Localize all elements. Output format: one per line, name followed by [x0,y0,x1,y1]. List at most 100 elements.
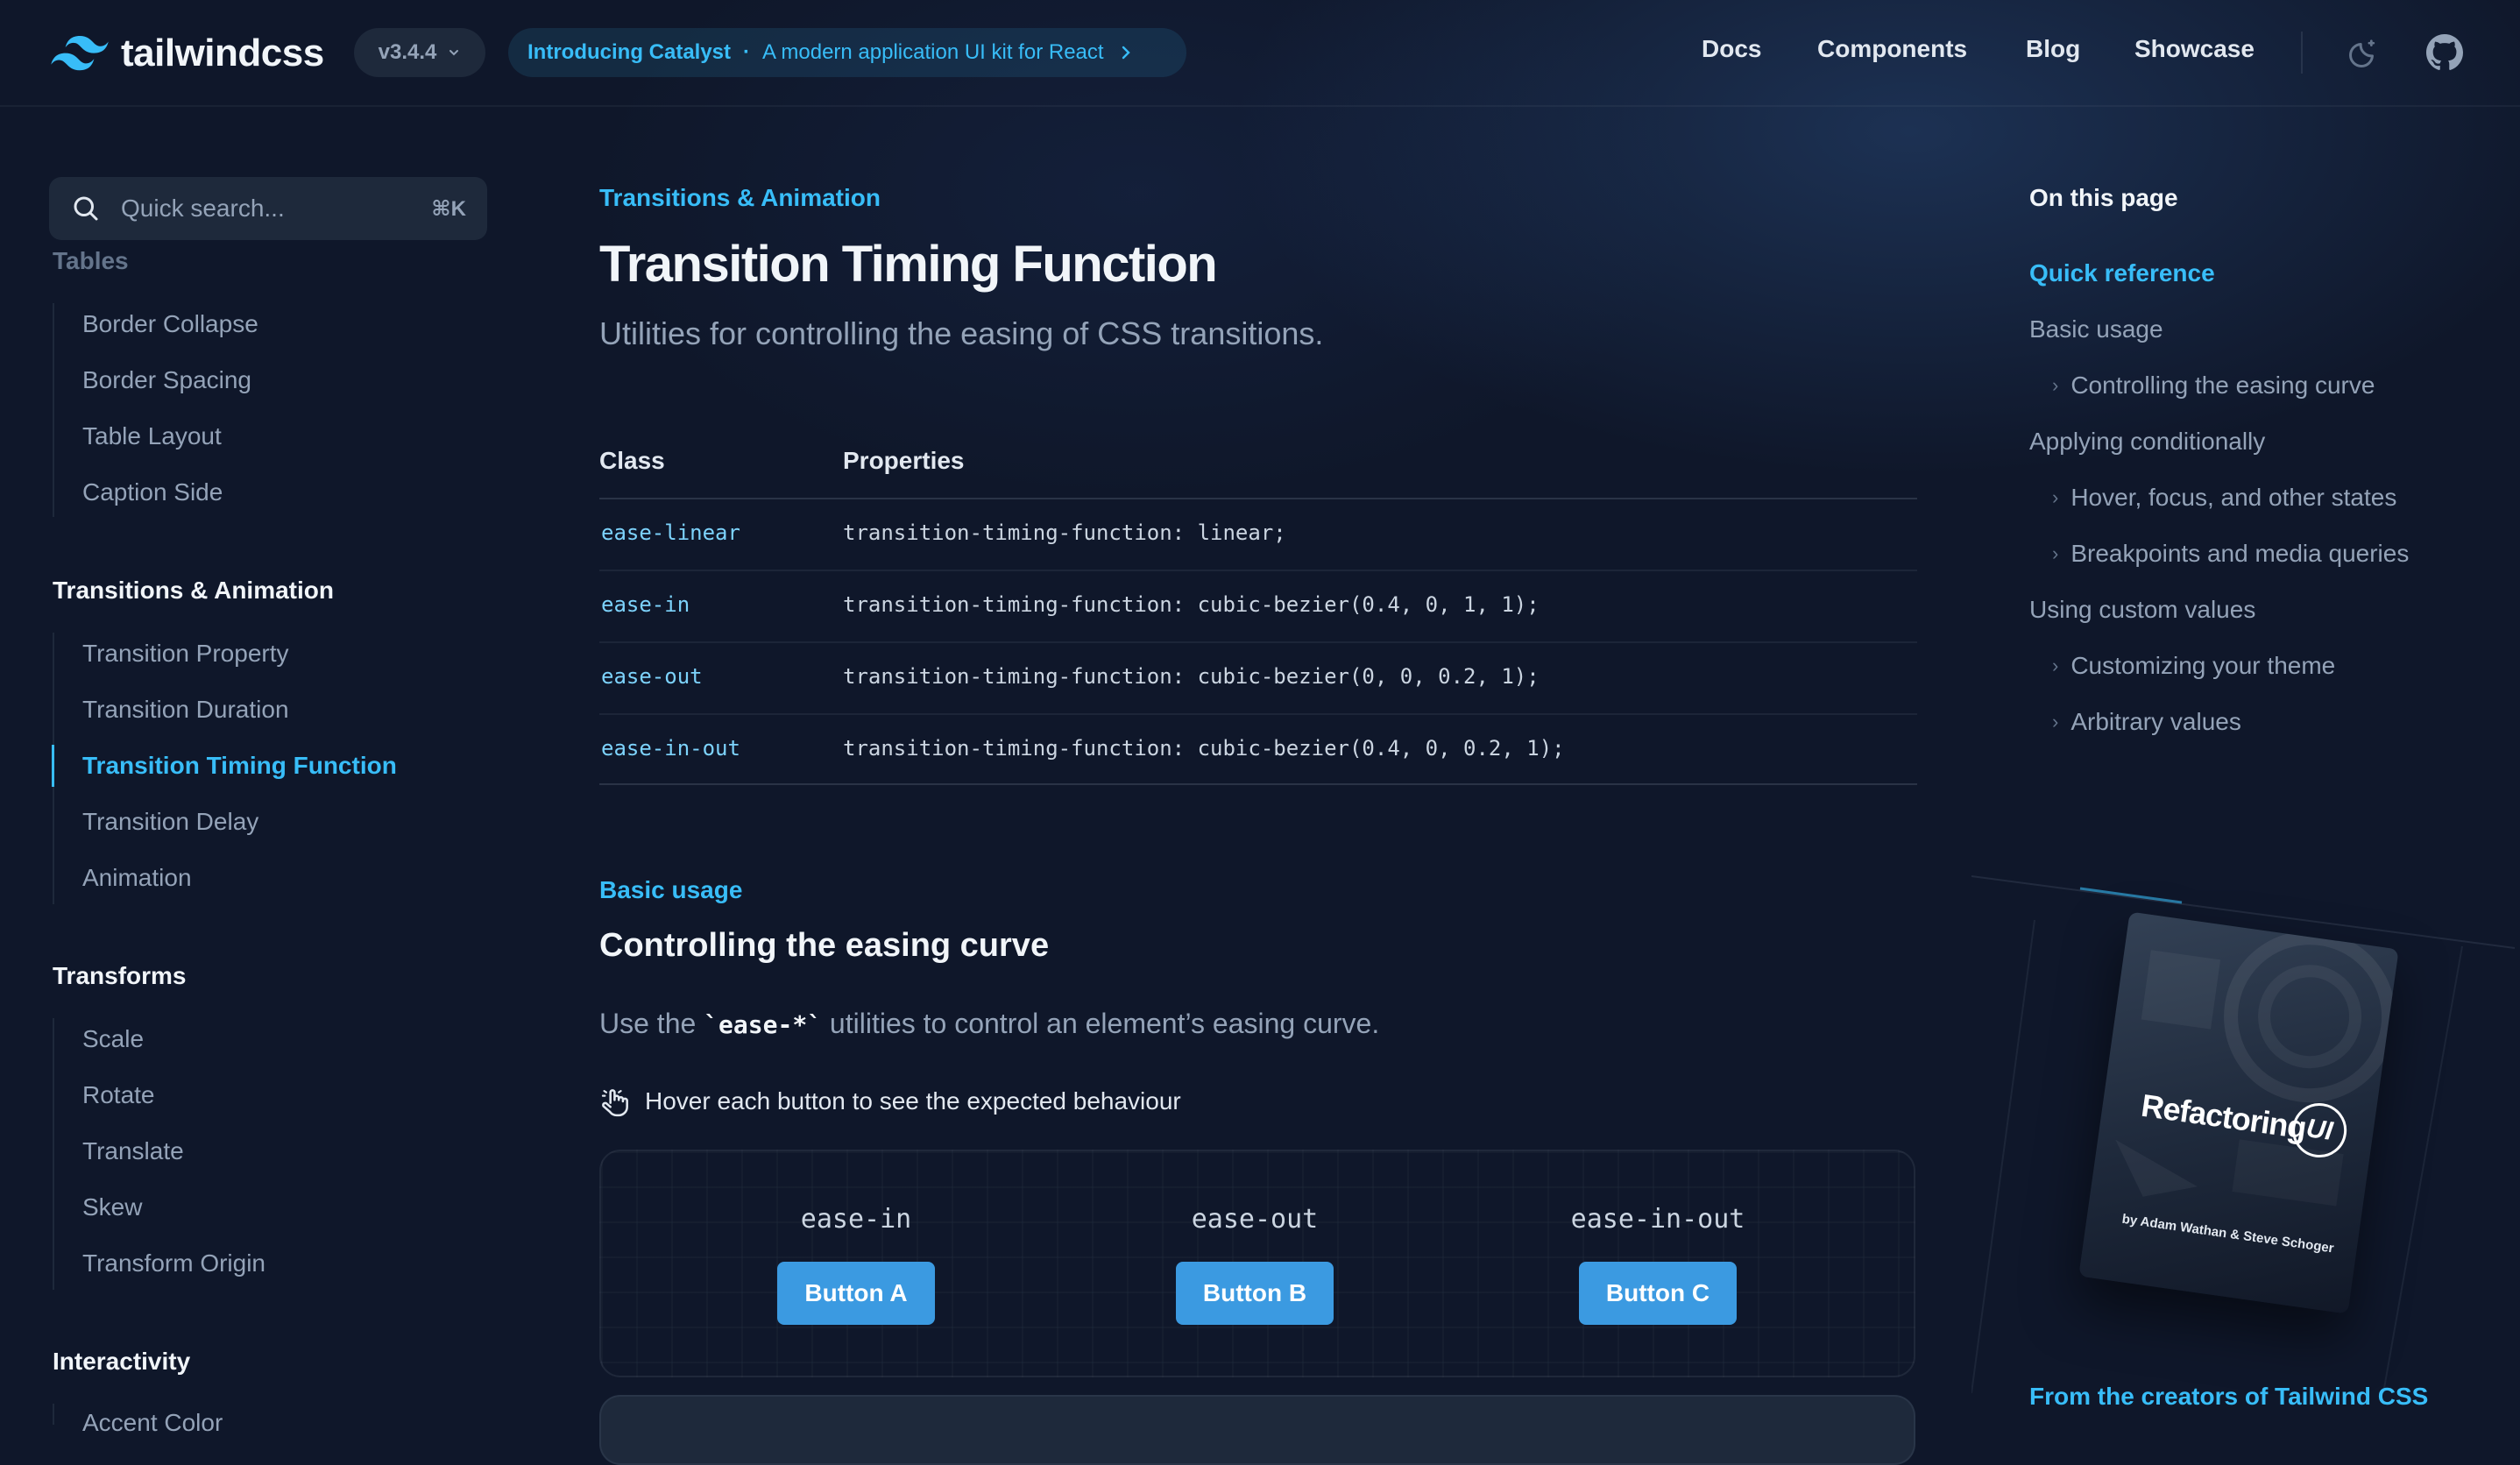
paragraph-text-end: utilities to control an element’s easing… [822,1008,1380,1039]
search-shortcut: ⌘K [431,196,466,221]
table-bottom-divider [599,783,1917,785]
table-row-divider [599,713,1917,715]
github-icon [2426,34,2463,70]
table-cell-class: ease-linear [601,520,740,545]
toc-link-customizing-theme[interactable]: › Customizing your theme [2052,652,2335,680]
inline-code: `ease-*` [704,1010,823,1039]
table-row-divider [599,641,1917,643]
chevron-right-icon: › [2052,711,2059,732]
version-label: v3.4.4 [378,40,437,64]
toc-link-quick-reference[interactable]: Quick reference [2029,259,2215,287]
table-header-properties: Properties [843,447,965,474]
table-cell-property: transition-timing-function: cubic-bezier… [843,736,1565,761]
ad-caption-link[interactable]: From the creators of Tailwind CSS [2029,1383,2428,1411]
toc-link-basic-usage[interactable]: Basic usage [2029,315,2163,343]
section-title: Controlling the easing curve [599,927,1050,964]
demo-column-ease-in: ease-in Button A [751,1204,961,1325]
demo-column-ease-out: ease-out Button B [1150,1204,1360,1325]
demo-label: ease-in [800,1204,912,1235]
sidebar-section-tables: Tables [53,247,129,274]
book-authors-prefix: by [2120,1211,2139,1229]
quick-search-input[interactable]: Quick search... ⌘K [49,177,487,240]
promo-subtitle: A modern application UI kit for React [762,40,1104,64]
promo-title: Introducing Catalyst [527,40,732,64]
toc-title: On this page [2029,184,2178,211]
github-link[interactable] [2425,33,2464,72]
version-dropdown[interactable]: v3.4.4 [354,28,485,77]
chevron-right-icon [1122,46,1130,60]
sidebar-section-interactivity: Interactivity [53,1348,191,1375]
button-c[interactable]: Button C [1579,1262,1737,1325]
sidebar-item-scale[interactable]: Scale [82,1025,144,1053]
table-cell-class: ease-in-out [601,736,740,761]
table-cell-property: transition-timing-function: cubic-bezier… [843,664,1540,689]
chevron-right-icon: › [2052,655,2059,676]
chevron-down-icon [449,50,459,56]
tailwind-logo[interactable]: tailwindcss [51,32,324,75]
sidebar-item-transition-timing-function[interactable]: Transition Timing Function [82,752,397,780]
sidebar-item-border-collapse[interactable]: Border Collapse [82,310,258,338]
toc-link-breakpoints[interactable]: › Breakpoints and media queries [2052,540,2409,568]
hover-hint: Hover each button to see the expected be… [599,1085,1181,1118]
page-title: Transition Timing Function [599,236,1218,293]
demo-label: ease-in-out [1570,1204,1745,1235]
nav-docs[interactable]: Docs [1702,35,1761,63]
demo-column-ease-in-out: ease-in-out Button C [1553,1204,1763,1325]
sidebar-item-transform-origin[interactable]: Transform Origin [82,1249,265,1277]
toc-sub-label: Hover, focus, and other states [2071,484,2397,511]
search-placeholder: Quick search... [121,195,285,222]
sidebar-item-rotate[interactable]: Rotate [82,1081,155,1109]
moon-icon [2349,39,2375,67]
toc-sub-label: Arbitrary values [2071,708,2241,735]
top-navigation-bar: tailwindcss v3.4.4 Introducing Catalyst … [0,0,2520,107]
sidebar-item-transition-delay[interactable]: Transition Delay [82,808,258,836]
nav-blog[interactable]: Blog [2026,35,2080,63]
nav-showcase[interactable]: Showcase [2134,35,2255,63]
sidebar-item-border-spacing[interactable]: Border Spacing [82,366,251,394]
sidebar-item-transition-duration[interactable]: Transition Duration [82,696,289,724]
table-header-class: Class [599,447,665,474]
section-eyebrow: Basic usage [599,876,743,903]
toc-link-controlling-easing[interactable]: › Controlling the easing curve [2052,372,2375,400]
toc-sub-label: Breakpoints and media queries [2071,540,2410,567]
sidebar-item-skew[interactable]: Skew [82,1193,142,1221]
button-a[interactable]: Button A [777,1262,935,1325]
hover-hint-text: Hover each button to see the expected be… [645,1087,1181,1115]
page-eyebrow: Transitions & Animation [599,184,881,211]
refactoring-ui-book[interactable]: Refactoring UI by Adam Wathan & Steve Sc… [2078,911,2399,1314]
table-row-divider [599,570,1917,571]
sidebar-section-transforms: Transforms [53,962,187,989]
table-cell-property: transition-timing-function: cubic-bezier… [843,592,1540,617]
toc-link-arbitrary-values[interactable]: › Arbitrary values [2052,708,2241,736]
catalyst-promo-link[interactable]: Introducing Catalyst · A modern applicat… [508,28,1186,77]
nav-components[interactable]: Components [1817,35,1967,63]
theme-toggle-button[interactable] [2345,33,2383,72]
section-paragraph: Use the `ease-*` utilities to control an… [599,1008,1379,1040]
nav-divider [2301,32,2303,74]
table-cell-property: transition-timing-function: linear; [843,520,1286,545]
toc-link-applying-conditionally[interactable]: Applying conditionally [2029,428,2265,456]
page-lead: Utilities for controlling the easing of … [599,315,1324,351]
sidebar-rail-transforms [53,1018,54,1290]
hand-pointer-icon [601,1089,628,1117]
chevron-right-icon: › [2052,374,2059,396]
sidebar-item-caption-side[interactable]: Caption Side [82,478,223,506]
table-header-divider [599,498,1917,499]
sidebar-item-table-layout[interactable]: Table Layout [82,422,222,450]
logo-wordmark: tailwindcss [121,32,324,74]
button-b[interactable]: Button B [1176,1262,1334,1325]
demo-label: ease-out [1191,1204,1319,1235]
toc-link-custom-values[interactable]: Using custom values [2029,596,2255,624]
paragraph-text-start: Use the [599,1008,704,1039]
sidebar-item-accent-color[interactable]: Accent Color [82,1409,223,1437]
tailwind-logo-icon [51,36,109,71]
sidebar-rail-interactivity [53,1404,54,1425]
toc-link-hover-focus[interactable]: › Hover, focus, and other states [2052,484,2396,512]
sidebar-item-translate[interactable]: Translate [82,1137,184,1165]
sidebar-item-transition-property[interactable]: Transition Property [82,640,289,668]
sidebar-item-animation[interactable]: Animation [82,864,192,892]
table-cell-class: ease-out [601,664,703,689]
chevron-right-icon: › [2052,542,2059,564]
search-icon [74,196,98,221]
chevron-right-icon: › [2052,486,2059,508]
